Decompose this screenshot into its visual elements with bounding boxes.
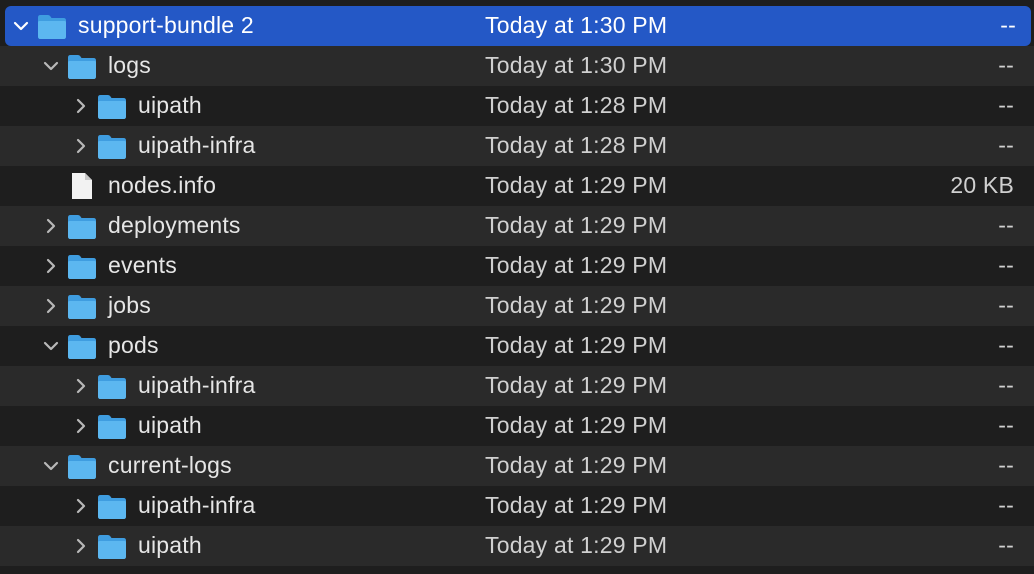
file-name: uipath [138,92,202,118]
chevron-right-icon[interactable] [70,415,92,437]
folder-icon [67,252,97,280]
folder-icon [67,292,97,320]
file-size: -- [998,252,1014,278]
folder-icon [67,452,97,480]
file-size: -- [998,372,1014,398]
file-row[interactable]: logs Today at 1:30 PM -- [0,46,1034,86]
folder-icon [97,132,127,160]
file-name: nodes.info [108,172,217,198]
date-modified: Today at 1:29 PM [485,172,668,198]
date-modified: Today at 1:29 PM [485,492,668,518]
file-list: support-bundle 2 Today at 1:30 PM -- logs To… [0,0,1034,574]
file-row[interactable]: uipath Today at 1:29 PM -- [0,526,1034,566]
file-name: uipath-infra [138,132,256,158]
chevron-right-icon[interactable] [40,295,62,317]
file-name: jobs [108,292,151,318]
date-modified: Today at 1:29 PM [485,292,668,318]
chevron-right-icon[interactable] [70,135,92,157]
chevron-right-icon[interactable] [40,255,62,277]
date-modified: Today at 1:29 PM [485,212,668,238]
file-row[interactable]: pods Today at 1:29 PM -- [0,326,1034,366]
chevron-right-icon[interactable] [70,495,92,517]
file-name: uipath [138,412,202,438]
date-modified: Today at 1:29 PM [485,252,668,278]
date-modified: Today at 1:28 PM [485,132,668,158]
date-modified: Today at 1:30 PM [485,12,668,38]
folder-icon [67,52,97,80]
chevron-down-icon[interactable] [10,15,32,37]
file-name: uipath [138,532,202,558]
date-modified: Today at 1:29 PM [485,532,668,558]
file-row[interactable]: events Today at 1:29 PM -- [0,246,1034,286]
file-size: -- [998,332,1014,358]
file-size: -- [998,412,1014,438]
file-size: -- [998,52,1014,78]
file-name: pods [108,332,159,358]
chevron-right-icon[interactable] [40,215,62,237]
date-modified: Today at 1:29 PM [485,412,668,438]
file-name: logs [108,52,151,78]
file-size: -- [998,92,1014,118]
file-row[interactable]: uipath Today at 1:29 PM -- [0,406,1034,446]
file-row[interactable]: uipath-infra Today at 1:28 PM -- [0,126,1034,166]
file-size: -- [998,132,1014,158]
document-icon [67,172,97,200]
folder-icon [97,492,127,520]
file-row[interactable]: nodes.info Today at 1:29 PM 20 KB [0,166,1034,206]
file-row[interactable]: jobs Today at 1:29 PM -- [0,286,1034,326]
chevron-right-icon[interactable] [70,95,92,117]
file-size: -- [1000,12,1016,38]
chevron-right-icon[interactable] [70,535,92,557]
file-size: -- [998,292,1014,318]
folder-icon [97,372,127,400]
chevron-right-icon[interactable] [70,375,92,397]
file-size: -- [998,212,1014,238]
date-modified: Today at 1:30 PM [485,52,668,78]
chevron-down-icon[interactable] [40,455,62,477]
list-bottom-edge [0,567,1034,574]
chevron-down-icon[interactable] [40,55,62,77]
file-name: current-logs [108,452,232,478]
file-name: uipath-infra [138,372,256,398]
file-name: events [108,252,177,278]
date-modified: Today at 1:29 PM [485,332,668,358]
file-size: 20 KB [950,172,1014,198]
file-row[interactable]: deployments Today at 1:29 PM -- [0,206,1034,246]
folder-icon [97,92,127,120]
folder-icon [97,412,127,440]
file-row[interactable]: support-bundle 2 Today at 1:30 PM -- [5,6,1031,46]
file-size: -- [998,532,1014,558]
folder-icon [97,532,127,560]
file-row[interactable]: uipath-infra Today at 1:29 PM -- [0,486,1034,526]
chevron-down-icon[interactable] [40,335,62,357]
file-name: uipath-infra [138,492,256,518]
file-size: -- [998,492,1014,518]
date-modified: Today at 1:29 PM [485,372,668,398]
folder-icon [67,332,97,360]
date-modified: Today at 1:29 PM [485,452,668,478]
file-row[interactable]: uipath Today at 1:28 PM -- [0,86,1034,126]
file-row[interactable]: current-logs Today at 1:29 PM -- [0,446,1034,486]
file-name: support-bundle 2 [78,12,254,38]
file-name: deployments [108,212,241,238]
file-size: -- [998,452,1014,478]
folder-icon [37,12,67,40]
date-modified: Today at 1:28 PM [485,92,668,118]
file-row[interactable]: uipath-infra Today at 1:29 PM -- [0,366,1034,406]
folder-icon [67,212,97,240]
